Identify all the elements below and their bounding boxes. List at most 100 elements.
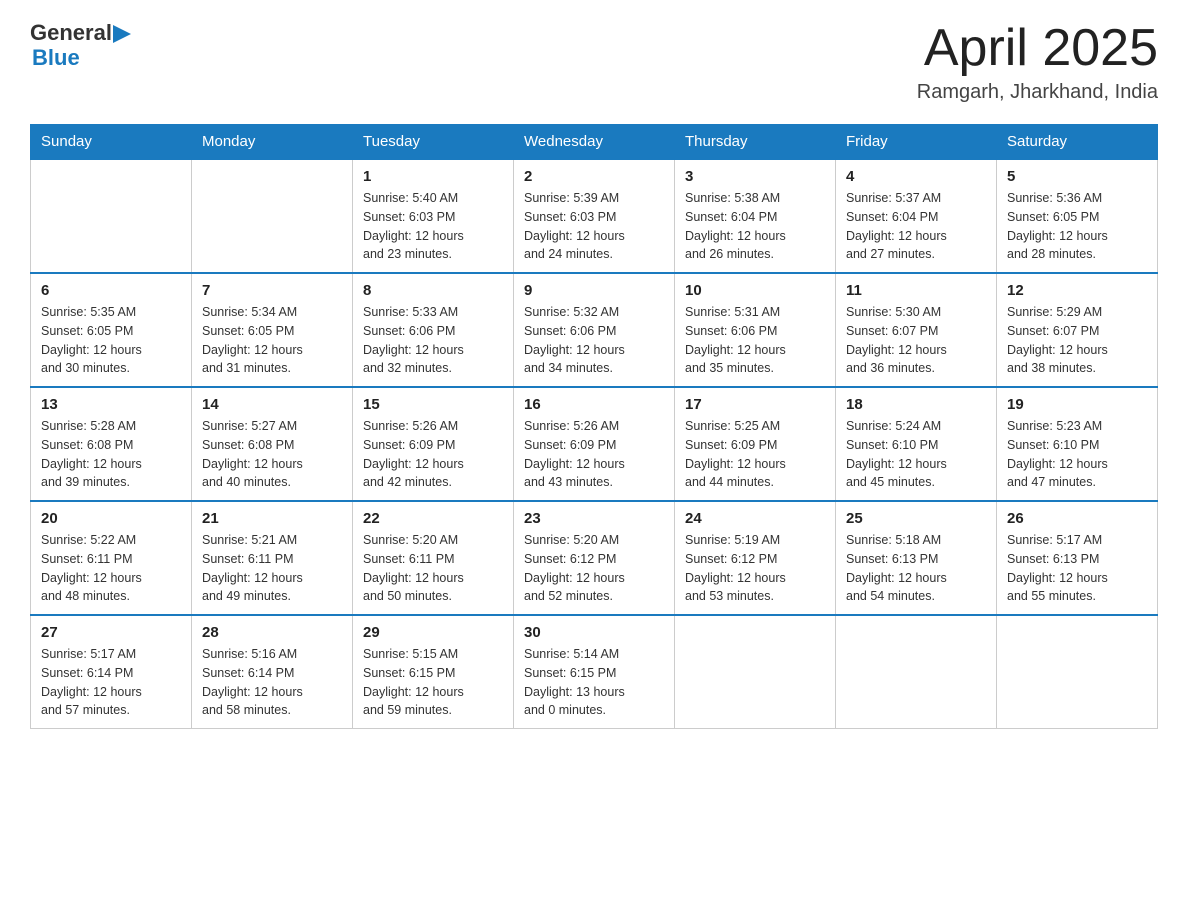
- calendar-cell: 15 Sunrise: 5:26 AM Sunset: 6:09 PM Dayli…: [353, 387, 514, 501]
- calendar-cell: 7 Sunrise: 5:34 AM Sunset: 6:05 PM Daylig…: [192, 273, 353, 387]
- calendar-cell: 23 Sunrise: 5:20 AM Sunset: 6:12 PM Dayli…: [514, 501, 675, 615]
- calendar-cell: [31, 159, 192, 273]
- day-info: Sunrise: 5:25 AM Sunset: 6:09 PM Dayligh…: [685, 417, 825, 492]
- day-number: 9: [524, 282, 664, 299]
- day-number: 17: [685, 396, 825, 413]
- day-number: 22: [363, 510, 503, 527]
- day-number: 7: [202, 282, 342, 299]
- weekday-header-monday: Monday: [192, 125, 353, 160]
- day-number: 12: [1007, 282, 1147, 299]
- calendar-cell: 22 Sunrise: 5:20 AM Sunset: 6:11 PM Dayli…: [353, 501, 514, 615]
- day-info: Sunrise: 5:29 AM Sunset: 6:07 PM Dayligh…: [1007, 303, 1147, 378]
- location-title: Ramgarh, Jharkhand, India: [917, 81, 1158, 104]
- day-info: Sunrise: 5:26 AM Sunset: 6:09 PM Dayligh…: [524, 417, 664, 492]
- day-number: 25: [846, 510, 986, 527]
- day-info: Sunrise: 5:19 AM Sunset: 6:12 PM Dayligh…: [685, 531, 825, 606]
- day-info: Sunrise: 5:31 AM Sunset: 6:06 PM Dayligh…: [685, 303, 825, 378]
- calendar-week-row: 27 Sunrise: 5:17 AM Sunset: 6:14 PM Dayli…: [31, 615, 1158, 729]
- day-info: Sunrise: 5:40 AM Sunset: 6:03 PM Dayligh…: [363, 189, 503, 264]
- weekday-header-sunday: Sunday: [31, 125, 192, 160]
- day-number: 18: [846, 396, 986, 413]
- calendar-cell: 3 Sunrise: 5:38 AM Sunset: 6:04 PM Daylig…: [675, 159, 836, 273]
- calendar-cell: 6Sunrise: 5:35 AM Sunset: 6:05 PM Daylig…: [31, 273, 192, 387]
- day-number: 4: [846, 168, 986, 185]
- day-info: Sunrise: 5:21 AM Sunset: 6:11 PM Dayligh…: [202, 531, 342, 606]
- day-info: Sunrise: 5:17 AM Sunset: 6:14 PM Dayligh…: [41, 645, 181, 720]
- calendar-cell: 10 Sunrise: 5:31 AM Sunset: 6:06 PM Dayli…: [675, 273, 836, 387]
- calendar-cell: 2 Sunrise: 5:39 AM Sunset: 6:03 PM Daylig…: [514, 159, 675, 273]
- day-number: 30: [524, 624, 664, 641]
- calendar-week-row: 1 Sunrise: 5:40 AM Sunset: 6:03 PM Daylig…: [31, 159, 1158, 273]
- day-info: Sunrise: 5:17 AM Sunset: 6:13 PM Dayligh…: [1007, 531, 1147, 606]
- day-number: 2: [524, 168, 664, 185]
- calendar-cell: 30Sunrise: 5:14 AM Sunset: 6:15 PM Dayli…: [514, 615, 675, 729]
- calendar-cell: 27 Sunrise: 5:17 AM Sunset: 6:14 PM Dayli…: [31, 615, 192, 729]
- calendar-cell: 1 Sunrise: 5:40 AM Sunset: 6:03 PM Daylig…: [353, 159, 514, 273]
- calendar-cell: 11 Sunrise: 5:30 AM Sunset: 6:07 PM Dayli…: [836, 273, 997, 387]
- calendar-cell: 19 Sunrise: 5:23 AM Sunset: 6:10 PM Dayli…: [997, 387, 1158, 501]
- day-info: Sunrise: 5:22 AM Sunset: 6:11 PM Dayligh…: [41, 531, 181, 606]
- day-info: Sunrise: 5:18 AM Sunset: 6:13 PM Dayligh…: [846, 531, 986, 606]
- calendar-cell: 8 Sunrise: 5:33 AM Sunset: 6:06 PM Daylig…: [353, 273, 514, 387]
- day-info: Sunrise: 5:33 AM Sunset: 6:06 PM Dayligh…: [363, 303, 503, 378]
- day-info: Sunrise: 5:32 AM Sunset: 6:06 PM Dayligh…: [524, 303, 664, 378]
- day-info: Sunrise: 5:15 AM Sunset: 6:15 PM Dayligh…: [363, 645, 503, 720]
- day-info: Sunrise: 5:16 AM Sunset: 6:14 PM Dayligh…: [202, 645, 342, 720]
- day-info: Sunrise: 5:30 AM Sunset: 6:07 PM Dayligh…: [846, 303, 986, 378]
- weekday-header-thursday: Thursday: [675, 125, 836, 160]
- day-info: Sunrise: 5:36 AM Sunset: 6:05 PM Dayligh…: [1007, 189, 1147, 264]
- day-number: 16: [524, 396, 664, 413]
- day-info: Sunrise: 5:27 AM Sunset: 6:08 PM Dayligh…: [202, 417, 342, 492]
- weekday-header-friday: Friday: [836, 125, 997, 160]
- day-number: 27: [41, 624, 181, 641]
- day-info: Sunrise: 5:20 AM Sunset: 6:11 PM Dayligh…: [363, 531, 503, 606]
- month-title: April 2025: [917, 20, 1158, 77]
- weekday-header-tuesday: Tuesday: [353, 125, 514, 160]
- calendar-week-row: 20Sunrise: 5:22 AM Sunset: 6:11 PM Dayli…: [31, 501, 1158, 615]
- day-number: 14: [202, 396, 342, 413]
- logo: General Blue: [30, 20, 131, 71]
- calendar-cell: 26 Sunrise: 5:17 AM Sunset: 6:13 PM Dayli…: [997, 501, 1158, 615]
- logo-text-general: General: [30, 20, 112, 45]
- day-info: Sunrise: 5:20 AM Sunset: 6:12 PM Dayligh…: [524, 531, 664, 606]
- day-number: 11: [846, 282, 986, 299]
- calendar-cell: 5 Sunrise: 5:36 AM Sunset: 6:05 PM Daylig…: [997, 159, 1158, 273]
- day-info: Sunrise: 5:26 AM Sunset: 6:09 PM Dayligh…: [363, 417, 503, 492]
- day-number: 29: [363, 624, 503, 641]
- day-number: 8: [363, 282, 503, 299]
- day-number: 21: [202, 510, 342, 527]
- calendar-cell: 4 Sunrise: 5:37 AM Sunset: 6:04 PM Daylig…: [836, 159, 997, 273]
- day-number: 26: [1007, 510, 1147, 527]
- day-number: 24: [685, 510, 825, 527]
- day-info: Sunrise: 5:34 AM Sunset: 6:05 PM Dayligh…: [202, 303, 342, 378]
- day-info: Sunrise: 5:39 AM Sunset: 6:03 PM Dayligh…: [524, 189, 664, 264]
- calendar-cell: [192, 159, 353, 273]
- day-number: 13: [41, 396, 181, 413]
- calendar-cell: 12 Sunrise: 5:29 AM Sunset: 6:07 PM Dayli…: [997, 273, 1158, 387]
- day-number: 1: [363, 168, 503, 185]
- calendar-week-row: 6Sunrise: 5:35 AM Sunset: 6:05 PM Daylig…: [31, 273, 1158, 387]
- day-number: 3: [685, 168, 825, 185]
- weekday-header-wednesday: Wednesday: [514, 125, 675, 160]
- calendar-cell: 18Sunrise: 5:24 AM Sunset: 6:10 PM Dayli…: [836, 387, 997, 501]
- day-info: Sunrise: 5:23 AM Sunset: 6:10 PM Dayligh…: [1007, 417, 1147, 492]
- logo-text-blue: Blue: [32, 45, 131, 70]
- calendar-header-row: SundayMondayTuesdayWednesdayThursdayFrid…: [31, 125, 1158, 160]
- calendar-cell: 25 Sunrise: 5:18 AM Sunset: 6:13 PM Dayli…: [836, 501, 997, 615]
- day-number: 15: [363, 396, 503, 413]
- calendar-week-row: 13Sunrise: 5:28 AM Sunset: 6:08 PM Dayli…: [31, 387, 1158, 501]
- calendar-cell: 24 Sunrise: 5:19 AM Sunset: 6:12 PM Dayli…: [675, 501, 836, 615]
- day-number: 23: [524, 510, 664, 527]
- day-number: 28: [202, 624, 342, 641]
- day-number: 5: [1007, 168, 1147, 185]
- day-info: Sunrise: 5:38 AM Sunset: 6:04 PM Dayligh…: [685, 189, 825, 264]
- calendar-cell: 16 Sunrise: 5:26 AM Sunset: 6:09 PM Dayli…: [514, 387, 675, 501]
- day-info: Sunrise: 5:37 AM Sunset: 6:04 PM Dayligh…: [846, 189, 986, 264]
- day-number: 10: [685, 282, 825, 299]
- calendar-cell: 17 Sunrise: 5:25 AM Sunset: 6:09 PM Dayli…: [675, 387, 836, 501]
- calendar-cell: 9 Sunrise: 5:32 AM Sunset: 6:06 PM Daylig…: [514, 273, 675, 387]
- calendar-cell: 28 Sunrise: 5:16 AM Sunset: 6:14 PM Dayli…: [192, 615, 353, 729]
- day-number: 19: [1007, 396, 1147, 413]
- title-block: April 2025 Ramgarh, Jharkhand, India: [917, 20, 1158, 104]
- calendar-cell: 21 Sunrise: 5:21 AM Sunset: 6:11 PM Dayli…: [192, 501, 353, 615]
